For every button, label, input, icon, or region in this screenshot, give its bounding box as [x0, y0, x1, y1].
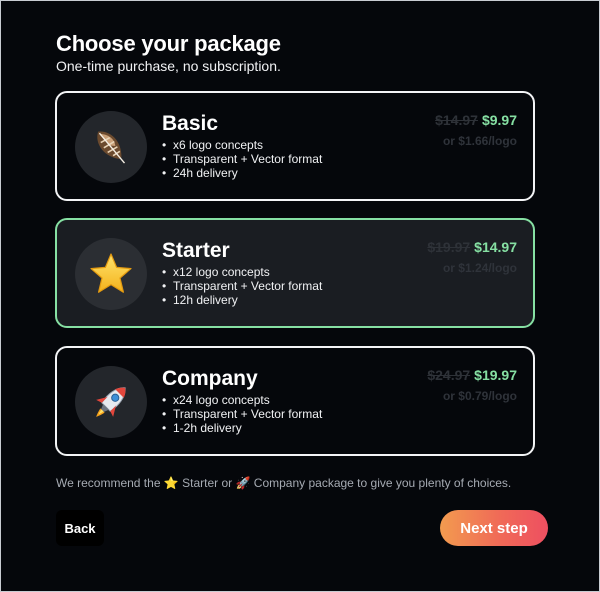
feature-item: Transparent + Vector format: [162, 279, 322, 293]
feature-item: Transparent + Vector format: [162, 152, 322, 166]
feature-item: x12 logo concepts: [162, 265, 322, 279]
back-button[interactable]: Back: [56, 510, 104, 546]
page-subtitle: One-time purchase, no subscription.: [56, 58, 281, 74]
old-price: $19.97: [427, 239, 471, 255]
star-icon: [75, 238, 147, 310]
old-price: $14.97: [435, 112, 478, 128]
feature-item: 12h delivery: [162, 293, 322, 307]
rocket-icon: [75, 366, 147, 438]
recommendation-middle: or: [218, 476, 236, 490]
recommendation-company: Company: [253, 476, 306, 490]
feature-item: Transparent + Vector format: [162, 407, 322, 421]
feature-item: 1-2h delivery: [162, 421, 322, 435]
price-row: $24.97 $19.97: [427, 367, 517, 383]
star-icon: ⭐: [163, 476, 179, 490]
package-card-basic[interactable]: Basic x6 logo concepts Transparent + Vec…: [55, 91, 535, 201]
feather-icon: [75, 111, 147, 183]
feature-item: x6 logo concepts: [162, 138, 322, 152]
feature-list: x24 logo concepts Transparent + Vector f…: [162, 393, 322, 435]
page-title: Choose your package: [56, 31, 281, 56]
package-name: Starter: [162, 239, 230, 262]
feature-item: 24h delivery: [162, 166, 322, 180]
package-card-company[interactable]: Company x24 logo concepts Transparent + …: [55, 346, 535, 456]
current-price: $14.97: [474, 239, 517, 255]
package-name: Basic: [162, 112, 219, 135]
current-price: $9.97: [481, 112, 517, 128]
recommendation-starter: Starter: [182, 476, 219, 490]
recommendation-prefix: We recommend the: [56, 476, 164, 490]
per-logo-price: or $1.66/logo: [442, 134, 517, 148]
package-dialog: Choose your package One-time purchase, n…: [0, 0, 600, 592]
package-name: Company: [162, 367, 258, 390]
recommendation-suffix: package to give you plenty of choices.: [305, 476, 512, 490]
feature-list: x6 logo concepts Transparent + Vector fo…: [162, 138, 322, 180]
per-logo-price: or $0.79/logo: [442, 389, 517, 403]
price-row: $14.97 $9.97: [435, 112, 517, 128]
next-step-button[interactable]: Next step: [440, 510, 548, 546]
recommendation-text: We recommend the ⭐ Starter or 🚀 Company …: [56, 476, 511, 490]
price-row: $19.97 $14.97: [427, 239, 517, 255]
feature-item: x24 logo concepts: [162, 393, 322, 407]
per-logo-price: or $1.24/logo: [442, 261, 517, 275]
package-card-starter[interactable]: Starter x12 logo concepts Transparent + …: [55, 218, 535, 328]
old-price: $24.97: [427, 367, 471, 383]
rocket-icon: 🚀: [235, 476, 251, 490]
current-price: $19.97: [474, 367, 517, 383]
feature-list: x12 logo concepts Transparent + Vector f…: [162, 265, 322, 307]
